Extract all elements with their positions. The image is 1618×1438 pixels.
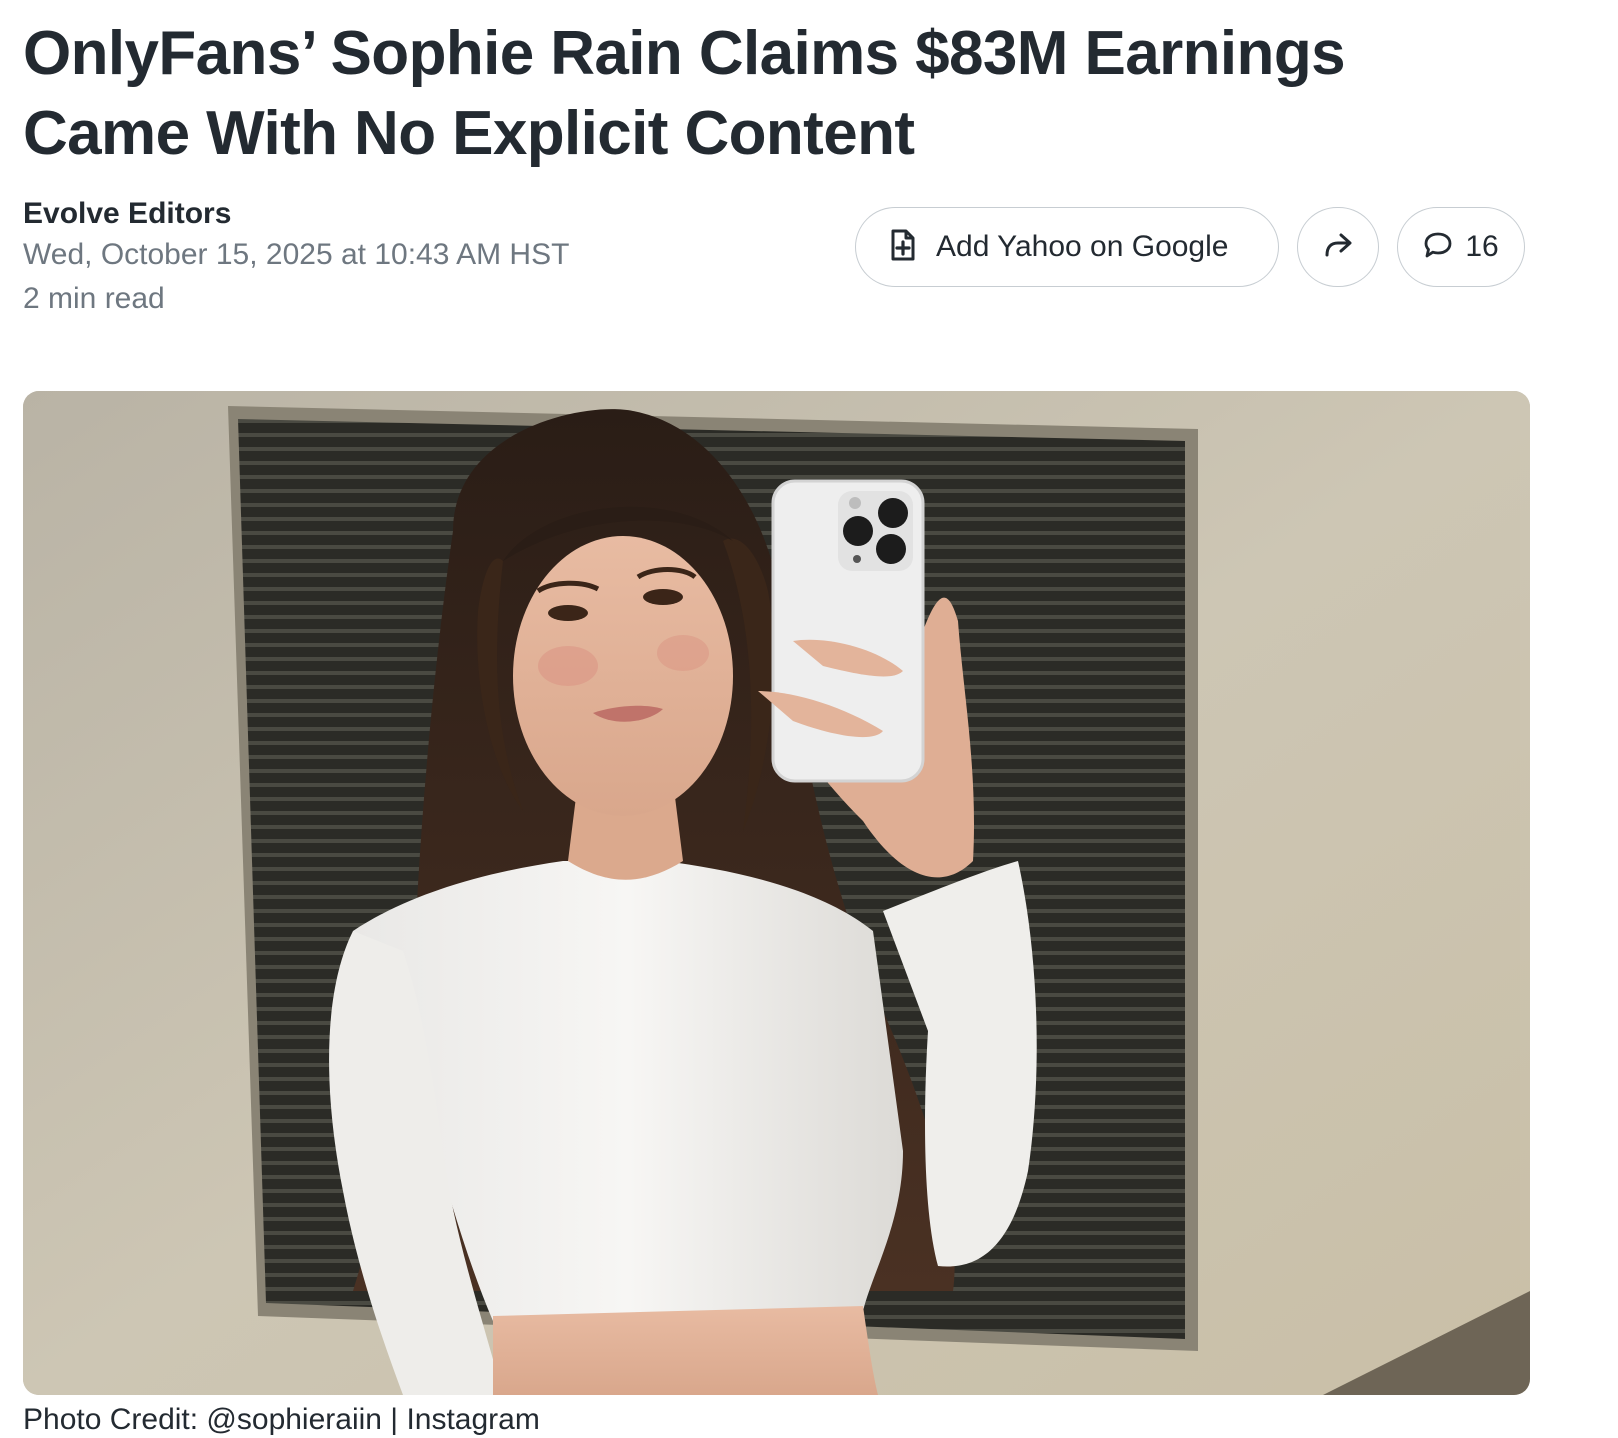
add-yahoo-on-google-button[interactable]: Add Yahoo on Google	[855, 207, 1279, 287]
read-time: 2 min read	[23, 282, 165, 315]
photo-credit: Photo Credit: @sophieraiin | Instagram	[23, 1403, 540, 1436]
author-name[interactable]: Evolve Editors	[23, 195, 569, 233]
hero-photo-illustration	[23, 391, 1530, 1395]
article-headline: OnlyFans’ Sophie Rain Claims $83M Earnin…	[23, 19, 1346, 168]
share-button[interactable]	[1297, 207, 1379, 287]
byline: Evolve Editors Wed, October 15, 2025 at …	[23, 195, 569, 321]
speech-bubble-icon	[1423, 231, 1453, 264]
publish-date: Wed, October 15, 2025 at 10:43 AM HST	[23, 238, 570, 271]
article-actions: Add Yahoo on Google 16	[855, 207, 1525, 287]
article-hero-image[interactable]	[23, 391, 1530, 1395]
comment-count: 16	[1465, 230, 1499, 263]
document-plus-icon	[890, 229, 916, 266]
share-arrow-icon	[1323, 232, 1353, 263]
comments-button[interactable]: 16	[1397, 207, 1525, 287]
add-yahoo-on-google-label: Add Yahoo on Google	[936, 230, 1229, 263]
